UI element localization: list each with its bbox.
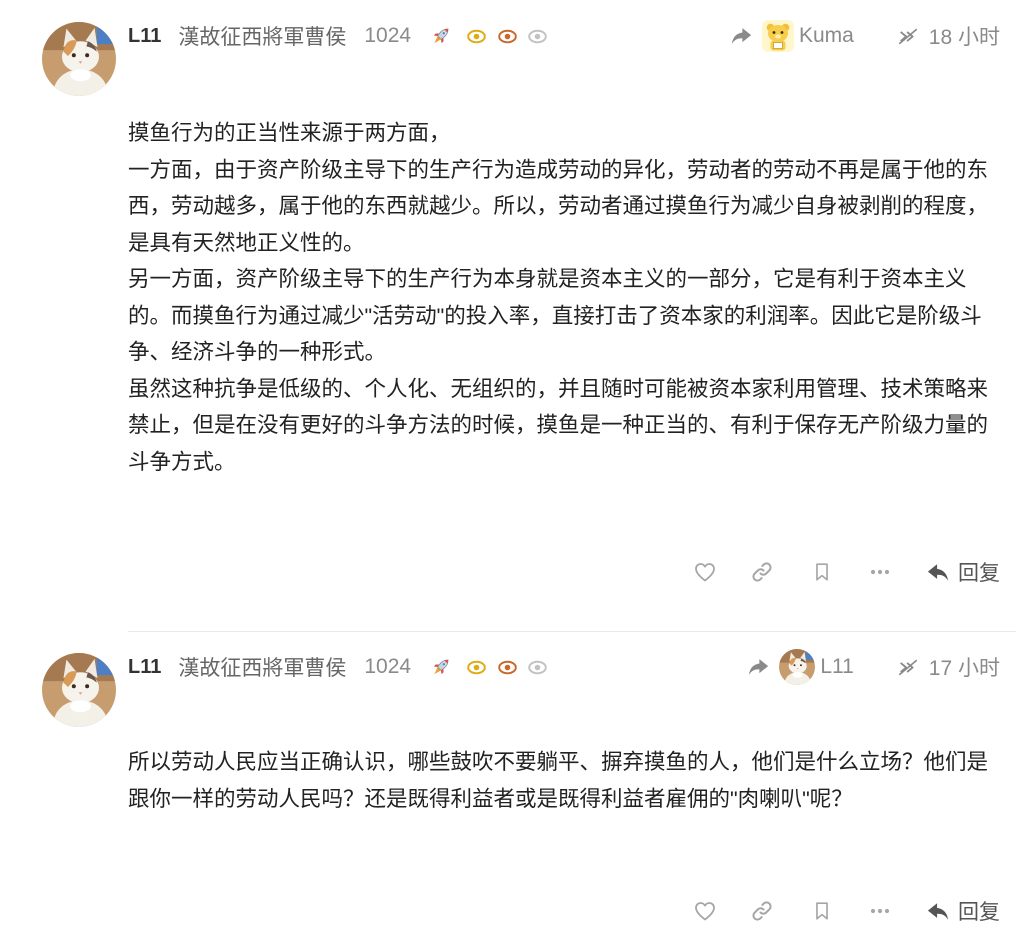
more-actions-button[interactable] [868,556,892,588]
copy-link-button[interactable] [750,895,774,927]
author-full-name[interactable]: 漢故征西將軍曹侯 [178,21,346,51]
reply-icon [927,563,949,582]
post: L11 漢故征西將軍曹侯 1024 L11 17 小时 所以劳动人民应当正确认识… [0,632,1024,932]
paragraph: 另一方面，资产阶级主导下的生产行为本身就是资本主义的一部分，它是有利于资本主义的… [128,267,982,364]
author-avatar[interactable] [42,653,116,727]
author-names: L11 漢故征西將軍曹侯 1024 [128,652,558,682]
heart-icon [693,560,717,584]
reply-to-avatar [762,20,794,52]
post-meta: L11 17 小时 [748,649,1000,685]
author-username[interactable]: L11 [128,25,161,48]
share-icon [731,27,752,45]
bookmark-button[interactable] [811,895,833,927]
reply-to-avatar [779,649,815,685]
gold-eye-icon [466,657,487,678]
author-score: 1024 [364,24,412,47]
rocket-icon [431,657,451,677]
ellipsis-icon [868,899,892,923]
like-button[interactable] [693,895,717,927]
rocket-icon [431,26,451,46]
copy-link-button[interactable] [750,556,774,588]
gold-eye-icon [466,26,487,47]
gray-eye-icon [527,657,548,678]
paragraph: 所以劳动人民应当正确认识，哪些鼓吹不要躺平、摒弃摸鱼的人，他们是什么立场？他们是… [128,750,989,811]
reply-label: 回复 [958,901,1000,924]
heart-icon [693,899,717,923]
post-header: L11 漢故征西將軍曹侯 1024 L11 17 小时 [128,653,1000,681]
author-avatar[interactable] [42,22,116,96]
double-chevron-slash-icon [897,28,919,45]
author-score: 1024 [364,655,412,678]
post-actions: 回复 [680,556,1000,588]
like-button[interactable] [693,556,717,588]
bookmark-button[interactable] [811,556,833,588]
bookmark-icon [811,560,833,584]
bookmark-icon [811,899,833,923]
link-icon [750,899,774,923]
reply-button[interactable]: 回复 [927,556,1000,588]
reply-icon [927,902,949,921]
cat-avatar-image [42,22,116,96]
post-meta: Kuma 18 小时 [731,20,1000,52]
more-actions-button[interactable] [868,895,892,927]
post-body: 摸鱼行为的正当性来源于两方面， 一方面，由于资产阶级主导下的生产行为造成劳动的异… [128,115,1000,480]
double-chevron-slash-icon [897,659,919,676]
ellipsis-icon [868,560,892,584]
cat-avatar-image [42,653,116,727]
reply-to-username: L11 [820,655,854,678]
reply-button[interactable]: 回复 [927,895,1000,927]
author-username[interactable]: L11 [128,656,161,679]
link-icon [750,560,774,584]
orange-eye-icon [497,26,518,47]
post: L11 漢故征西將軍曹侯 1024 Kuma 18 小时 摸鱼行为的正当性来源于… [0,0,1024,631]
paragraph: 一方面，由于资产阶级主导下的生产行为造成劳动的异化，劳动者的劳动不再是属于他的东… [128,157,989,255]
paragraph: 虽然这种抗争是低级的、个人化、无组织的，并且随时可能被资本家利用管理、技术策略来… [128,376,989,474]
reply-to-username: Kuma [798,24,854,47]
author-full-name[interactable]: 漢故征西將軍曹侯 [178,652,346,682]
author-names: L11 漢故征西將軍曹侯 1024 [128,21,558,51]
orange-eye-icon [497,657,518,678]
post-actions: 回复 [680,895,1000,927]
post-date[interactable]: 17 小时 [929,652,1000,682]
post-header: L11 漢故征西將軍曹侯 1024 Kuma 18 小时 [128,22,1000,50]
paragraph: 摸鱼行为的正当性来源于两方面， [128,121,451,145]
reply-to-tab[interactable]: Kuma [731,20,854,52]
reply-label: 回复 [958,562,1000,585]
reply-to-tab[interactable]: L11 [748,649,854,685]
post-date[interactable]: 18 小时 [929,21,1000,51]
post-body: 所以劳动人民应当正确认识，哪些鼓吹不要躺平、摒弃摸鱼的人，他们是什么立场？他们是… [128,744,1000,817]
share-icon [748,658,769,676]
gray-eye-icon [527,26,548,47]
